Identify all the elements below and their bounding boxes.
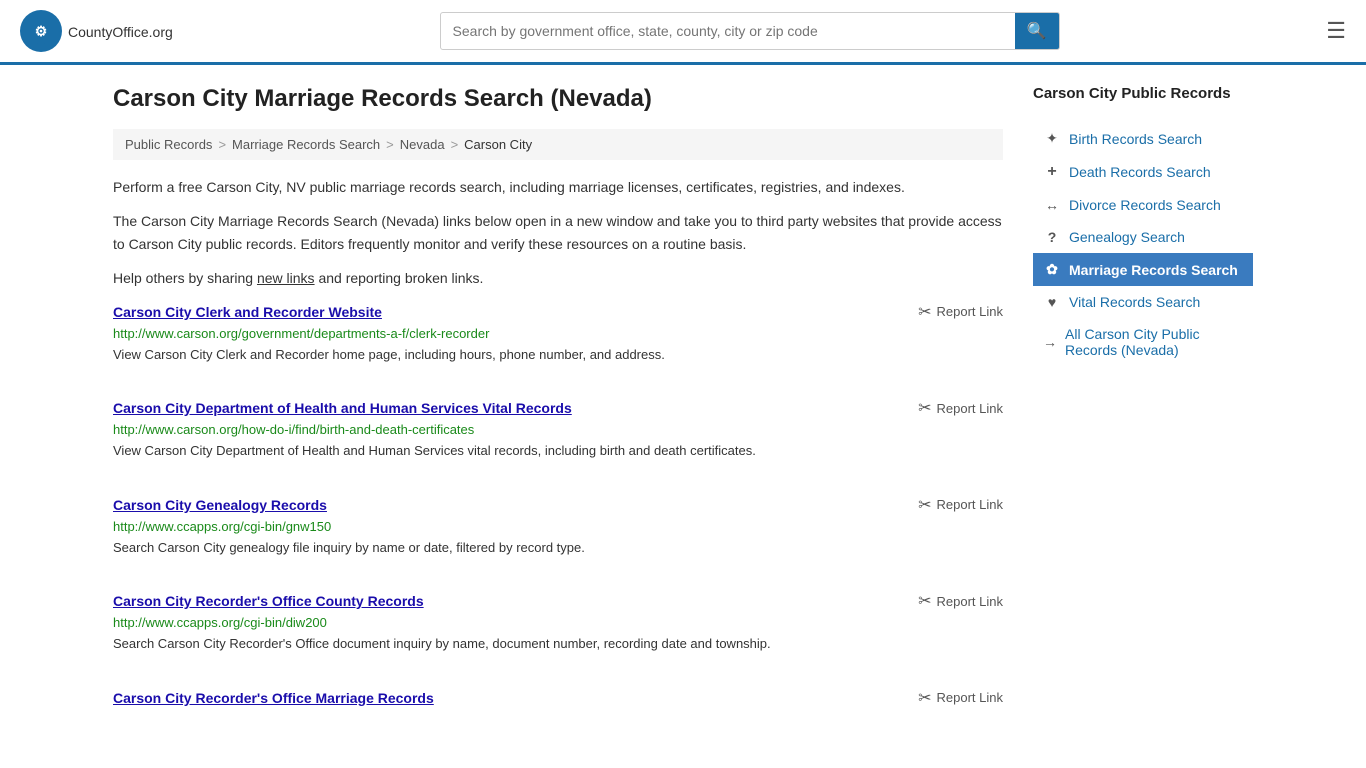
svg-text:⚙: ⚙ <box>35 23 48 39</box>
breadcrumb-sep-3: > <box>451 137 459 152</box>
logo-suffix: .org <box>149 24 173 40</box>
result-url-4[interactable]: http://www.ccapps.org/cgi-bin/diw200 <box>113 615 1003 630</box>
table-row: Carson City Clerk and Recorder Website ✂… <box>113 302 1003 375</box>
sidebar-item-vital[interactable]: Vital Records Search <box>1033 286 1253 318</box>
results-list: Carson City Clerk and Recorder Website ✂… <box>113 302 1003 722</box>
content-area: Carson City Marriage Records Search (Nev… <box>113 85 1003 746</box>
description-3: Help others by sharing new links and rep… <box>113 267 1003 289</box>
result-title-2[interactable]: Carson City Department of Health and Hum… <box>113 400 572 416</box>
result-title-4[interactable]: Carson City Recorder's Office County Rec… <box>113 593 424 609</box>
breadcrumb-current: Carson City <box>464 137 532 152</box>
result-header-1: Carson City Clerk and Recorder Website ✂… <box>113 302 1003 322</box>
main-container: Carson City Marriage Records Search (Nev… <box>83 65 1283 766</box>
death-icon <box>1043 163 1061 181</box>
report-icon-3: ✂ <box>918 495 931 515</box>
birth-icon <box>1043 130 1061 147</box>
page-title: Carson City Marriage Records Search (Nev… <box>113 85 1003 113</box>
sidebar-item-label: All Carson City Public Records (Nevada) <box>1065 326 1243 358</box>
logo-name: CountyOffice <box>68 24 149 40</box>
new-links-link[interactable]: new links <box>257 270 315 286</box>
result-desc-2: View Carson City Department of Health an… <box>113 441 1003 461</box>
report-link-3[interactable]: ✂ Report Link <box>918 495 1003 515</box>
sidebar-item-label: Vital Records Search <box>1069 294 1200 310</box>
sidebar-item-death[interactable]: Death Records Search <box>1033 155 1253 189</box>
header: ⚙ CountyOffice.org 🔍 ☰ <box>0 0 1366 65</box>
result-url-3[interactable]: http://www.ccapps.org/cgi-bin/gnw150 <box>113 519 1003 534</box>
breadcrumb-marriage-records-search[interactable]: Marriage Records Search <box>232 137 380 152</box>
sidebar-item-genealogy[interactable]: Genealogy Search <box>1033 221 1253 253</box>
sidebar-item-marriage[interactable]: Marriage Records Search <box>1033 253 1253 286</box>
result-desc-3: Search Carson City genealogy file inquir… <box>113 538 1003 558</box>
table-row: Carson City Recorder's Office Marriage R… <box>113 688 1003 722</box>
result-url-2[interactable]: http://www.carson.org/how-do-i/find/birt… <box>113 422 1003 437</box>
menu-icon[interactable]: ☰ <box>1326 18 1346 44</box>
report-icon-5: ✂ <box>918 688 931 708</box>
result-title-3[interactable]: Carson City Genealogy Records <box>113 497 327 513</box>
sidebar-item-all[interactable]: All Carson City Public Records (Nevada) <box>1033 318 1253 366</box>
breadcrumb-sep-2: > <box>386 137 394 152</box>
search-button[interactable]: 🔍 <box>1015 13 1059 49</box>
genealogy-icon <box>1043 229 1061 245</box>
report-icon-4: ✂ <box>918 591 931 611</box>
result-title-1[interactable]: Carson City Clerk and Recorder Website <box>113 304 382 320</box>
breadcrumb-public-records[interactable]: Public Records <box>125 137 212 152</box>
report-link-1[interactable]: ✂ Report Link <box>918 302 1003 322</box>
report-link-2[interactable]: ✂ Report Link <box>918 398 1003 418</box>
table-row: Carson City Department of Health and Hum… <box>113 398 1003 471</box>
table-row: Carson City Genealogy Records ✂ Report L… <box>113 495 1003 568</box>
report-link-4[interactable]: ✂ Report Link <box>918 591 1003 611</box>
description-2: The Carson City Marriage Records Search … <box>113 210 1003 255</box>
logo-area: ⚙ CountyOffice.org <box>20 10 173 52</box>
breadcrumb-sep-1: > <box>218 137 226 152</box>
result-header-4: Carson City Recorder's Office County Rec… <box>113 591 1003 611</box>
description-3-pre: Help others by sharing <box>113 270 257 286</box>
divorce-icon <box>1043 197 1061 213</box>
sidebar-item-label: Divorce Records Search <box>1069 197 1221 213</box>
sidebar-item-divorce[interactable]: Divorce Records Search <box>1033 189 1253 221</box>
result-header-3: Carson City Genealogy Records ✂ Report L… <box>113 495 1003 515</box>
logo-icon: ⚙ <box>20 10 62 52</box>
vital-icon <box>1043 294 1061 310</box>
sidebar-item-label: Death Records Search <box>1069 164 1211 180</box>
description-3-post: and reporting broken links. <box>315 270 484 286</box>
marriage-icon <box>1043 261 1061 278</box>
sidebar-item-label: Birth Records Search <box>1069 131 1202 147</box>
search-box: 🔍 <box>440 12 1060 50</box>
result-url-1[interactable]: http://www.carson.org/government/departm… <box>113 326 1003 341</box>
sidebar-item-birth[interactable]: Birth Records Search <box>1033 122 1253 155</box>
logo-text: CountyOffice.org <box>68 20 173 43</box>
sidebar-item-label: Genealogy Search <box>1069 229 1185 245</box>
sidebar-title: Carson City Public Records <box>1033 85 1253 108</box>
result-desc-1: View Carson City Clerk and Recorder home… <box>113 345 1003 365</box>
report-icon-2: ✂ <box>918 398 931 418</box>
table-row: Carson City Recorder's Office County Rec… <box>113 591 1003 664</box>
search-area: 🔍 <box>440 12 1060 50</box>
description-1: Perform a free Carson City, NV public ma… <box>113 176 1003 198</box>
sidebar-item-label: Marriage Records Search <box>1069 262 1238 278</box>
breadcrumb: Public Records > Marriage Records Search… <box>113 129 1003 160</box>
sidebar: Carson City Public Records Birth Records… <box>1033 85 1253 746</box>
result-title-5[interactable]: Carson City Recorder's Office Marriage R… <box>113 690 434 706</box>
search-input[interactable] <box>441 15 1015 47</box>
result-header-2: Carson City Department of Health and Hum… <box>113 398 1003 418</box>
report-icon-1: ✂ <box>918 302 931 322</box>
all-icon <box>1043 334 1057 350</box>
report-link-5[interactable]: ✂ Report Link <box>918 688 1003 708</box>
result-header-5: Carson City Recorder's Office Marriage R… <box>113 688 1003 708</box>
breadcrumb-nevada[interactable]: Nevada <box>400 137 445 152</box>
result-desc-4: Search Carson City Recorder's Office doc… <box>113 634 1003 654</box>
